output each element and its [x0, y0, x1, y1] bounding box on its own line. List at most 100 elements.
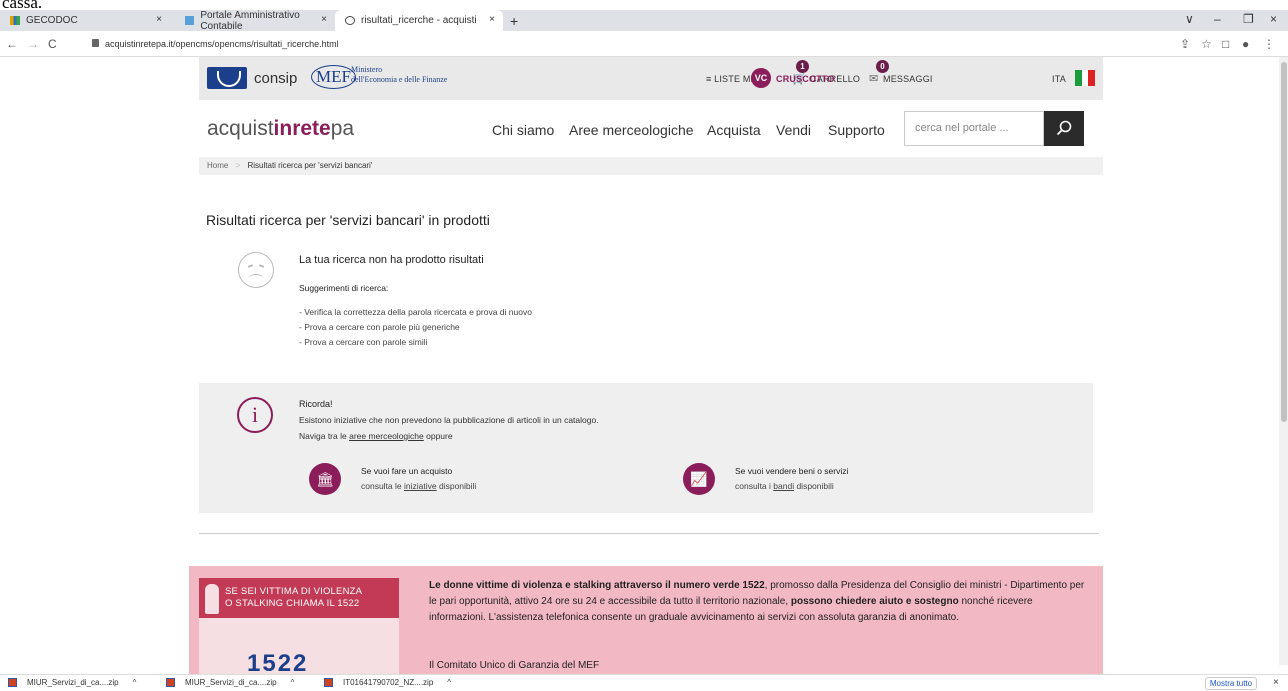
bank-icon[interactable]: 🏛 [309, 463, 341, 495]
side-panel-icon[interactable]: □ [1222, 37, 1229, 51]
chevron-up-icon[interactable]: ^ [133, 678, 137, 687]
brand-part-b: inrete [273, 117, 331, 140]
tab-label: GECODOC [26, 15, 78, 26]
sad-face-icon [238, 252, 274, 288]
breadcrumb-home-link[interactable]: Home [207, 161, 228, 170]
nav-aree-merceologiche[interactable]: Aree merceologiche [569, 122, 694, 138]
buy-title: Se vuoi fare un acquisto [361, 466, 453, 476]
ministero-line1: Ministero [351, 65, 383, 74]
page-title: Risultati ricerca per 'servizi bancari' … [206, 212, 490, 228]
url-field[interactable]: acquistinretepa.it/opencms/opencms/risul… [105, 39, 339, 49]
gecodoc-favicon-icon [10, 16, 20, 25]
close-download-bar-icon[interactable]: × [1273, 677, 1279, 688]
lock-icon[interactable] [92, 39, 99, 47]
forward-icon[interactable]: → [27, 37, 39, 51]
buy-text-b: disponibili [436, 481, 477, 491]
chevron-up-icon[interactable]: ^ [447, 678, 451, 687]
new-tab-button[interactable]: + [510, 13, 518, 29]
hotline-poster[interactable]: SE SEI VITTIMA DI VIOLENZA O STALKING CH… [199, 578, 399, 677]
browser-tab-bar: GECODOC × Portale Amministrativo Contabi… [0, 9, 1288, 32]
tab-risultati-ricerche[interactable]: risultati_ricerche - acquistinretepa × [335, 10, 503, 31]
tab-label: risultati_ricerche - acquistinretepa [361, 15, 476, 26]
reminder-line2-tail: oppure [423, 431, 453, 441]
breadcrumb-separator: > [235, 161, 241, 170]
messages-count-badge: 0 [876, 60, 889, 73]
suggestion-item: - Prova a cercare con parole simili [299, 337, 428, 347]
consip-logo-text[interactable]: consip [254, 70, 297, 87]
buy-text-a: consulta le [361, 481, 404, 491]
search-input[interactable]: cerca nel portale ... [904, 111, 1044, 146]
tab-search-icon[interactable]: ∨ [1185, 12, 1194, 26]
download-item[interactable]: MIUR_Servizi_di_ca....zip ^ [166, 678, 294, 687]
suggestion-item: - Prova a cercare con parole più generic… [299, 322, 460, 332]
messaggi-link[interactable]: MESSAGGI [883, 74, 933, 84]
cruscotto-link[interactable]: CRUSCOTTO [776, 74, 835, 84]
sell-text-a: consulta i [735, 481, 774, 491]
download-item[interactable]: MIUR_Servizi_di_ca....zip ^ [8, 678, 136, 687]
brand-part-c: pa [330, 117, 355, 140]
no-results-heading: La tua ricerca non ha prodotto risultati [299, 254, 484, 266]
download-item[interactable]: IT01641790702_NZ....zip ^ [324, 678, 451, 687]
banner-bold-2: possono chiedere aiuto e sostegno [790, 596, 959, 607]
tab-close-icon[interactable]: × [489, 14, 495, 25]
raised-hand-icon [205, 584, 219, 614]
italian-flag-icon[interactable] [1075, 70, 1096, 86]
menu-kebab-icon[interactable]: ⋮ [1263, 37, 1275, 51]
reminder-line2: Naviga tra le aree merceologiche oppure [299, 431, 453, 441]
reminder-line2-text: Naviga tra le [299, 431, 350, 441]
nav-supporto[interactable]: Supporto [828, 122, 885, 138]
zip-file-icon [8, 678, 17, 687]
reminder-title: Ricorda! [299, 399, 333, 409]
nav-chi-siamo[interactable]: Chi siamo [492, 122, 554, 138]
tab-gecodoc[interactable]: GECODOC × [0, 10, 170, 31]
breadcrumb-current: Risultati ricerca per 'servizi bancari' [247, 161, 373, 170]
envelope-icon[interactable]: ✉ [869, 72, 878, 85]
chevron-up-icon[interactable]: ^ [291, 678, 295, 687]
restore-button[interactable]: ❐ [1243, 12, 1254, 26]
download-filename: IT01641790702_NZ....zip [343, 678, 434, 687]
acquistinretepa-logo[interactable]: acquistinretepa [207, 117, 354, 141]
reload-icon[interactable]: C [48, 37, 57, 51]
back-icon[interactable]: ← [6, 37, 18, 51]
language-selector[interactable]: ITA [1052, 74, 1066, 84]
profile-icon[interactable]: ● [1242, 37, 1249, 51]
tab-label: Portale Amministrativo Contabile [200, 9, 300, 32]
nav-acquista[interactable]: Acquista [707, 122, 761, 138]
tab-close-icon[interactable]: × [321, 14, 327, 25]
banner-text: Le donne vittime di violenza e stalking … [429, 578, 1089, 626]
search-button[interactable] [1044, 111, 1084, 146]
minimize-button[interactable]: – [1214, 12, 1221, 26]
iniziative-link[interactable]: iniziative [404, 481, 437, 491]
tab-close-icon[interactable]: × [156, 14, 162, 25]
share-icon[interactable]: ⇪ [1180, 37, 1190, 51]
mef-logo[interactable]: MEF [311, 65, 356, 89]
suggestion-item: - Verifica la correttezza della parola r… [299, 307, 532, 317]
section-divider [199, 533, 1099, 534]
banner-bold-1: Le donne vittime di violenza e stalking … [429, 580, 765, 591]
download-filename: MIUR_Servizi_di_ca....zip [185, 678, 277, 687]
bandi-link[interactable]: bandi [773, 481, 794, 491]
sell-text: consulta i bandi disponibili [735, 481, 834, 491]
nav-vendi[interactable]: Vendi [776, 122, 811, 138]
aree-merceologiche-link[interactable]: aree merceologiche [349, 431, 424, 441]
download-filename: MIUR_Servizi_di_ca....zip [27, 678, 119, 687]
growth-chart-icon[interactable]: 📈 [683, 463, 715, 495]
sell-title: Se vuoi vendere beni o servizi [735, 466, 849, 476]
buy-text: consulta le iniziative disponibili [361, 481, 476, 491]
search-icon [1056, 120, 1072, 136]
user-avatar[interactable]: VC [751, 68, 771, 88]
address-bar: ← → C acquistinretepa.it/opencms/opencms… [0, 31, 1288, 57]
info-icon: i [237, 397, 273, 433]
poster-line2: O STALKING CHIAMA IL 1522 [225, 598, 360, 609]
globe-icon [345, 16, 355, 25]
zip-file-icon [324, 678, 333, 687]
consip-logo-icon[interactable] [207, 67, 247, 89]
bookmark-star-icon[interactable]: ☆ [1201, 37, 1212, 51]
close-window-button[interactable]: × [1270, 12, 1277, 26]
scrollbar-thumb[interactable] [1281, 62, 1287, 422]
cart-count-badge: 1 [796, 60, 809, 73]
breadcrumb: Home > Risultati ricerca per 'servizi ba… [199, 157, 1103, 175]
tab-portale-contabile[interactable]: Portale Amministrativo Contabile × [175, 9, 335, 32]
suggestions-title: Suggerimenti di ricerca: [299, 283, 389, 293]
show-all-downloads-button[interactable]: Mostra tutto [1205, 677, 1257, 690]
